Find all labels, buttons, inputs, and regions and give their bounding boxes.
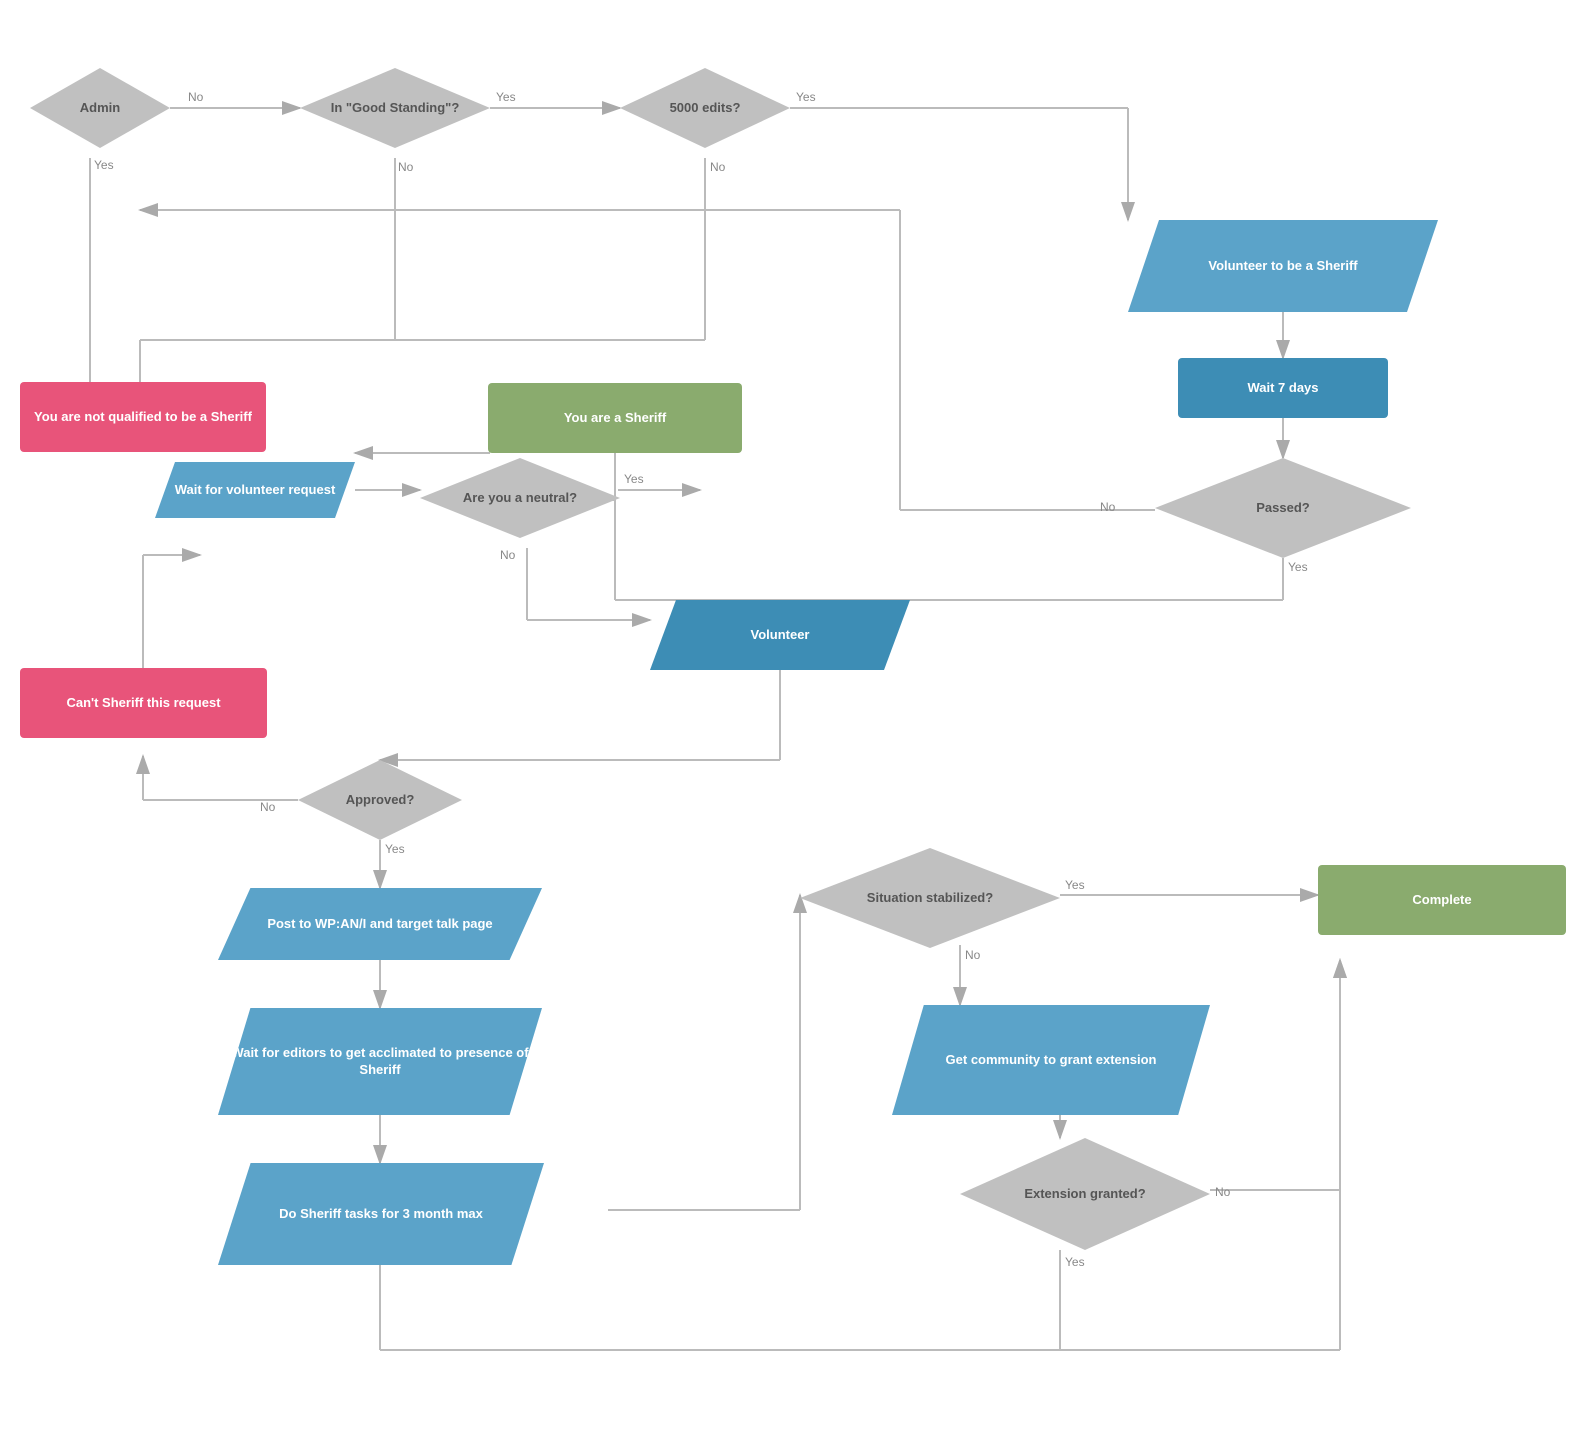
approved-no-label: No — [260, 800, 275, 814]
admin-yes-label: Yes — [94, 158, 114, 172]
volunteer-node: Volunteer — [650, 600, 910, 670]
get-extension-node: Get community to grant extension — [892, 1005, 1210, 1115]
admin-label: Admin — [80, 100, 120, 117]
post-wpan-label: Post to WP:AN/I and target talk page — [267, 916, 492, 933]
not-qualified-node: You are not qualified to be a Sheriff — [20, 382, 266, 452]
edits-yes-label: Yes — [796, 90, 816, 104]
cant-sheriff-node: Can't Sheriff this request — [20, 668, 267, 738]
neutral-no-label: No — [500, 548, 515, 562]
complete-label: Complete — [1412, 892, 1471, 909]
extension-granted-label: Extension granted? — [1024, 1186, 1145, 1203]
not-qualified-label: You are not qualified to be a Sheriff — [34, 409, 252, 426]
passed-yes-label: Yes — [1288, 560, 1308, 574]
situation-yes-label: Yes — [1065, 878, 1085, 892]
situation-no-label: No — [965, 948, 980, 962]
post-wpan-node: Post to WP:AN/I and target talk page — [218, 888, 542, 960]
wait-editors-label: Wait for editors to get acclimated to pr… — [218, 1045, 542, 1079]
extension-yes-label: Yes — [1065, 1255, 1085, 1269]
edits-no-label: No — [710, 160, 725, 174]
situation-label: Situation stabilized? — [867, 890, 993, 907]
neutral-label: Are you a neutral? — [463, 490, 577, 507]
complete-node: Complete — [1318, 865, 1566, 935]
volunteer-sheriff-node: Volunteer to be a Sheriff — [1128, 220, 1438, 312]
good-standing-no-label: No — [398, 160, 413, 174]
cant-sheriff-label: Can't Sheriff this request — [66, 695, 220, 712]
do-tasks-node: Do Sheriff tasks for 3 month max — [218, 1163, 544, 1265]
wait-7-days-label: Wait 7 days — [1247, 380, 1318, 397]
you-are-sheriff-node: You are a Sheriff — [488, 383, 742, 453]
wait-volunteer-label: Wait for volunteer request — [175, 482, 336, 499]
volunteer-label: Volunteer — [751, 627, 810, 644]
good-standing-label: In "Good Standing"? — [331, 100, 460, 117]
get-extension-label: Get community to grant extension — [946, 1052, 1157, 1069]
you-are-sheriff-label: You are a Sheriff — [564, 410, 666, 427]
approved-yes-label: Yes — [385, 842, 405, 856]
volunteer-sheriff-label: Volunteer to be a Sheriff — [1208, 258, 1357, 275]
wait-editors-node: Wait for editors to get acclimated to pr… — [218, 1008, 542, 1115]
wait-volunteer-node: Wait for volunteer request — [155, 462, 355, 518]
extension-no-label: No — [1215, 1185, 1230, 1199]
approved-label: Approved? — [346, 792, 415, 809]
neutral-yes-label: Yes — [624, 472, 644, 486]
wait-7-days-node: Wait 7 days — [1178, 358, 1388, 418]
do-tasks-label: Do Sheriff tasks for 3 month max — [279, 1206, 483, 1223]
admin-no-label: No — [188, 90, 203, 104]
good-standing-yes-label: Yes — [496, 90, 516, 104]
passed-label: Passed? — [1256, 500, 1309, 517]
passed-no-label: No — [1100, 500, 1115, 514]
edits-label: 5000 edits? — [670, 100, 741, 117]
